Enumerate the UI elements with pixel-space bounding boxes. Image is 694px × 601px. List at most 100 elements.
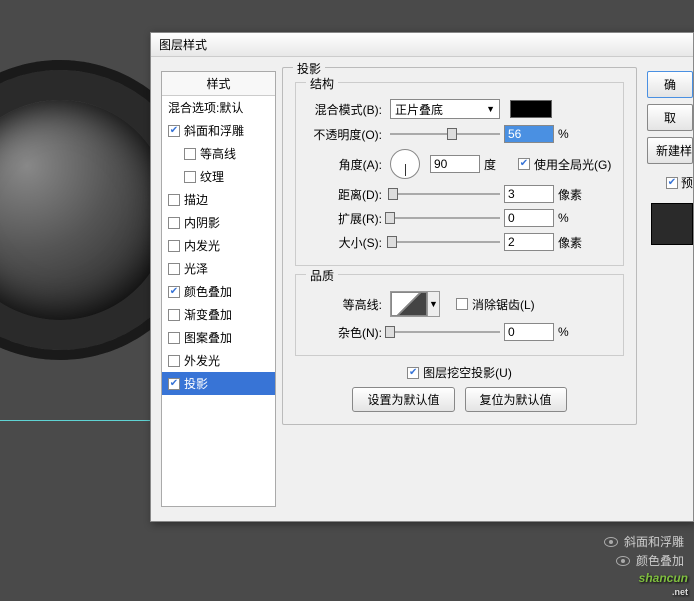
noise-unit: % — [558, 325, 588, 339]
layer-style-dialog: 图层样式 样式 混合选项:默认 斜面和浮雕等高线纹理描边内阴影内发光光泽颜色叠加… — [150, 32, 694, 522]
knockout-checkbox[interactable] — [407, 367, 419, 379]
style-list-header: 样式 — [162, 72, 275, 96]
style-item-checkbox[interactable] — [168, 263, 180, 275]
style-item-label: 内发光 — [184, 237, 220, 254]
style-item-label: 描边 — [184, 191, 208, 208]
noise-slider[interactable] — [390, 324, 500, 340]
style-item-label: 外发光 — [184, 352, 220, 369]
style-item-label: 图案叠加 — [184, 329, 232, 346]
style-item-checkbox[interactable] — [168, 332, 180, 344]
cancel-button[interactable]: 取 — [647, 104, 693, 131]
distance-slider[interactable] — [390, 186, 500, 202]
angle-dial[interactable] — [390, 149, 420, 179]
fx-row[interactable]: 斜面和浮雕 — [604, 533, 684, 550]
style-item-图案叠加[interactable]: 图案叠加 — [162, 326, 275, 349]
style-item-内阴影[interactable]: 内阴影 — [162, 211, 275, 234]
size-slider[interactable] — [390, 234, 500, 250]
angle-input[interactable]: 90 — [430, 155, 480, 173]
style-item-纹理[interactable]: 纹理 — [162, 165, 275, 188]
spread-slider[interactable] — [390, 210, 500, 226]
preview-label: 预 — [681, 174, 693, 191]
style-item-渐变叠加[interactable]: 渐变叠加 — [162, 303, 275, 326]
angle-unit: 度 — [484, 156, 514, 173]
opacity-input[interactable]: 56 — [504, 125, 554, 143]
size-label: 大小(S): — [304, 234, 386, 251]
global-light-checkbox[interactable] — [518, 158, 530, 170]
style-item-投影[interactable]: 投影 — [162, 372, 275, 395]
distance-unit: 像素 — [558, 186, 588, 203]
blend-mode-label: 混合模式(B): — [304, 101, 386, 118]
style-item-label: 纹理 — [200, 168, 224, 185]
preview-box — [651, 203, 693, 245]
ok-button[interactable]: 确 — [647, 71, 693, 98]
contour-label: 等高线: — [304, 296, 386, 313]
antialias-checkbox[interactable] — [456, 298, 468, 310]
quality-legend: 品质 — [306, 267, 338, 284]
noise-input[interactable]: 0 — [504, 323, 554, 341]
fx-label: 斜面和浮雕 — [624, 533, 684, 550]
set-default-button[interactable]: 设置为默认值 — [352, 387, 454, 412]
distance-input[interactable]: 3 — [504, 185, 554, 203]
blend-options-item[interactable]: 混合选项:默认 — [162, 96, 275, 119]
layer-fx-list: 斜面和浮雕颜色叠加 — [604, 531, 684, 571]
style-item-checkbox[interactable] — [168, 355, 180, 367]
style-item-颜色叠加[interactable]: 颜色叠加 — [162, 280, 275, 303]
drop-shadow-fieldset: 投影 结构 混合模式(B): 正片叠底▼ 不透明度(O): 56 — [282, 67, 637, 425]
spread-label: 扩展(R): — [304, 210, 386, 227]
size-input[interactable]: 2 — [504, 233, 554, 251]
style-item-描边[interactable]: 描边 — [162, 188, 275, 211]
opacity-slider[interactable] — [390, 126, 500, 142]
new-style-button[interactable]: 新建样 — [647, 137, 693, 164]
dialog-title: 图层样式 — [159, 36, 207, 53]
style-item-光泽[interactable]: 光泽 — [162, 257, 275, 280]
size-unit: 像素 — [558, 234, 588, 251]
antialias-label: 消除锯齿(L) — [472, 296, 535, 313]
eye-icon[interactable] — [616, 556, 630, 566]
preview-checkbox[interactable] — [666, 177, 678, 189]
style-item-checkbox[interactable] — [168, 309, 180, 321]
reset-default-button[interactable]: 复位为默认值 — [465, 387, 567, 412]
style-item-等高线[interactable]: 等高线 — [162, 142, 275, 165]
style-item-checkbox[interactable] — [168, 378, 180, 390]
style-list: 样式 混合选项:默认 斜面和浮雕等高线纹理描边内阴影内发光光泽颜色叠加渐变叠加图… — [161, 71, 276, 507]
distance-label: 距离(D): — [304, 186, 386, 203]
quality-fieldset: 品质 等高线: ▼ 消除锯齿(L) 杂色(N): 0 % — [295, 274, 624, 356]
shadow-color-swatch[interactable] — [510, 100, 552, 118]
style-item-checkbox[interactable] — [168, 125, 180, 137]
knockout-label: 图层挖空投影(U) — [423, 364, 512, 381]
opacity-label: 不透明度(O): — [304, 126, 386, 143]
spread-input[interactable]: 0 — [504, 209, 554, 227]
style-item-checkbox[interactable] — [168, 217, 180, 229]
spread-unit: % — [558, 211, 588, 225]
contour-picker[interactable]: ▼ — [390, 291, 440, 317]
watermark: shancun.net — [639, 566, 688, 597]
style-item-斜面和浮雕[interactable]: 斜面和浮雕 — [162, 119, 275, 142]
style-item-label: 颜色叠加 — [184, 283, 232, 300]
style-item-label: 斜面和浮雕 — [184, 122, 244, 139]
style-item-checkbox[interactable] — [168, 240, 180, 252]
style-item-label: 光泽 — [184, 260, 208, 277]
global-light-label: 使用全局光(G) — [534, 156, 611, 173]
style-item-label: 投影 — [184, 375, 208, 392]
noise-label: 杂色(N): — [304, 324, 386, 341]
eye-icon[interactable] — [604, 537, 618, 547]
chevron-down-icon: ▼ — [486, 104, 495, 114]
structure-fieldset: 结构 混合模式(B): 正片叠底▼ 不透明度(O): 56 % — [295, 82, 624, 266]
style-item-内发光[interactable]: 内发光 — [162, 234, 275, 257]
guide-line — [0, 420, 150, 421]
style-item-label: 渐变叠加 — [184, 306, 232, 323]
opacity-unit: % — [558, 127, 588, 141]
style-item-checkbox[interactable] — [184, 148, 196, 160]
style-item-label: 内阴影 — [184, 214, 220, 231]
style-item-checkbox[interactable] — [168, 194, 180, 206]
blend-mode-select[interactable]: 正片叠底▼ — [390, 99, 500, 119]
style-item-label: 等高线 — [200, 145, 236, 162]
style-item-checkbox[interactable] — [184, 171, 196, 183]
style-item-checkbox[interactable] — [168, 286, 180, 298]
style-item-外发光[interactable]: 外发光 — [162, 349, 275, 372]
angle-label: 角度(A): — [304, 156, 386, 173]
chevron-down-icon: ▼ — [427, 292, 439, 316]
structure-legend: 结构 — [306, 75, 338, 92]
side-buttons: 确 取 新建样 预 — [643, 57, 693, 521]
dialog-titlebar[interactable]: 图层样式 — [151, 33, 693, 57]
